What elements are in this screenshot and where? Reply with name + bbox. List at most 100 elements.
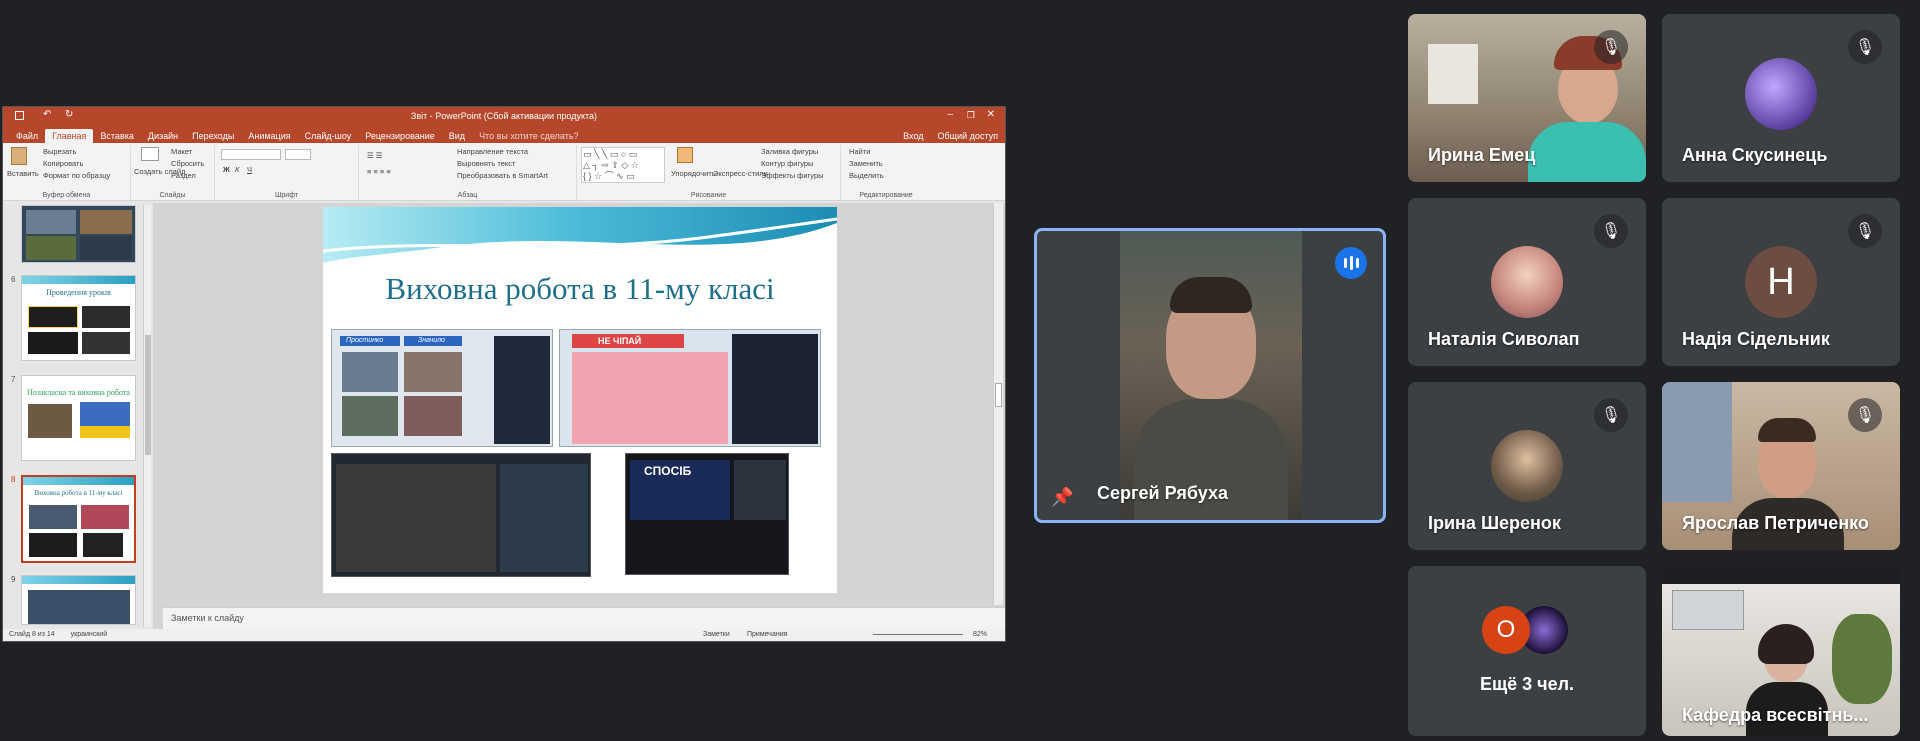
mic-off-icon: 🎙 — [1848, 30, 1882, 64]
participant-tile[interactable]: 🎙 Ярослав Петриченко — [1662, 382, 1900, 550]
italic-icon[interactable]: К — [235, 165, 239, 174]
align-icon[interactable]: ≡ ≡ ≡ ≡ — [367, 167, 391, 176]
ppt-statusbar: Слайд 8 из 14 украинский Заметки Примеча… — [3, 629, 1005, 641]
menu-home[interactable]: Главная — [45, 129, 94, 143]
menu-review[interactable]: Рецензирование — [358, 129, 442, 143]
slide-photo-videocall-1[interactable] — [331, 453, 591, 577]
slide-wave-header — [323, 207, 837, 263]
mic-off-icon: 🎙 — [1848, 398, 1882, 432]
pin-icon[interactable]: 📌 — [1051, 487, 1073, 508]
more-participants-label: Ещё 3 чел. — [1479, 674, 1575, 694]
menu-view[interactable]: Вид — [442, 129, 472, 143]
status-language[interactable]: украинский — [71, 631, 108, 638]
participant-tile[interactable]: 🎙 Ирина Емец — [1408, 14, 1646, 182]
slide-thumbnail[interactable] — [21, 575, 136, 625]
thumbnail-number: 6 — [11, 275, 16, 284]
select-button[interactable]: Выделить — [849, 171, 884, 180]
participant-name: Ирина Емец — [1428, 145, 1536, 165]
slide-thumbnail-selected[interactable]: Виховна робота в 11-му класі — [21, 475, 136, 563]
avatar: O — [1482, 606, 1530, 654]
paste-icon[interactable] — [11, 147, 27, 165]
menu-file[interactable]: Файл — [9, 129, 45, 143]
thumbnail-title: Позакласна та виховна робота — [27, 388, 130, 397]
menu-animation[interactable]: Анимация — [241, 129, 297, 143]
quick-styles-button[interactable]: Экспресс-стили — [713, 169, 768, 178]
participant-tile[interactable]: 🎙 Наталія Сиволап — [1408, 198, 1646, 366]
slide-title[interactable]: Виховна робота в 11-му класі — [323, 271, 837, 307]
clipboard-label: Буфер обмена — [42, 192, 91, 199]
ribbon: Вставить Вырезать Копировать Формат по о… — [3, 143, 1005, 201]
reset-button[interactable]: Сбросить — [171, 159, 204, 168]
cut-button[interactable]: Вырезать — [43, 147, 76, 156]
menu-transitions[interactable]: Переходы — [185, 129, 241, 143]
font-name-input[interactable] — [221, 149, 281, 160]
copy-button[interactable]: Копировать — [43, 159, 83, 168]
shape-fill-button[interactable]: Заливка фигуры — [761, 147, 818, 156]
slide-sign-2: Значило — [418, 337, 445, 344]
thumbnails-scrollbar[interactable] — [143, 205, 151, 627]
new-slide-icon[interactable] — [141, 147, 159, 161]
more-participants-tile[interactable]: O Ещё 3 чел. — [1408, 566, 1646, 736]
zoom-slider[interactable] — [873, 634, 963, 635]
participant-tile[interactable]: Н 🎙 Надія Сідельник — [1662, 198, 1900, 366]
thumbnail-number: 8 — [11, 475, 16, 484]
ppt-workarea: 6 Проведення уроків 7 Позакласна та вихо… — [3, 203, 1005, 629]
maximize-icon[interactable]: ❐ — [967, 110, 975, 121]
bold-icon[interactable]: Ж — [223, 165, 230, 174]
arrange-icon[interactable] — [677, 147, 693, 163]
smartart-button[interactable]: Преобразовать в SmartArt — [457, 171, 548, 180]
text-direction-button[interactable]: Направление текста — [457, 147, 528, 156]
shape-effects-button[interactable]: Эффекты фигуры — [761, 171, 824, 180]
underline-icon[interactable]: Ч — [247, 165, 252, 174]
thumbnail-title: Проведення уроків — [46, 288, 111, 297]
minimize-icon[interactable]: – — [947, 109, 953, 120]
menu-design[interactable]: Дизайн — [141, 129, 185, 143]
slide-photo-videocall-2[interactable]: СПОСІБ — [625, 453, 789, 575]
editing-label: Редактирование — [859, 192, 913, 199]
slide-canvas[interactable]: Виховна робота в 11-му класі Простинко З… — [323, 207, 837, 593]
bullets-icon[interactable]: ☰ ☰ — [367, 151, 383, 160]
participant-name: Наталія Сиволап — [1428, 329, 1580, 349]
format-painter-button[interactable]: Формат по образцу — [43, 171, 110, 180]
participant-tile[interactable]: Кафедра всесвітнь... — [1662, 566, 1900, 736]
thumbnail-number: 7 — [11, 375, 16, 384]
notes-toggle[interactable]: Заметки — [703, 631, 730, 638]
replace-button[interactable]: Заменить — [849, 159, 883, 168]
shape-outline-button[interactable]: Контур фигуры — [761, 159, 813, 168]
participant-name: Ярослав Петриченко — [1682, 513, 1869, 533]
avatar-initial: O — [1496, 616, 1516, 643]
speaker-tile[interactable]: 📌 Сергей Рябуха — [1034, 228, 1386, 523]
slides-label: Слайды — [159, 192, 186, 199]
layout-button[interactable]: Макет — [171, 147, 192, 156]
slide-thumbnail[interactable] — [21, 205, 136, 263]
mic-off-icon: 🎙 — [1594, 398, 1628, 432]
tell-me-input[interactable]: Что вы хотите сделать? — [472, 129, 586, 143]
shapes-gallery[interactable]: ▭ ╲ ╲ ▭ ○ ▭ △ ┐ ⇨ ⇧ ◇ ☆{ } ☆ ⌒ ∿ ▭ — [581, 147, 665, 183]
participant-tile[interactable]: 🎙 Ірина Шеренок — [1408, 382, 1646, 550]
comments-toggle[interactable]: Примечания — [747, 631, 787, 638]
slide-photo-stand[interactable]: Простинко Значило — [331, 329, 553, 447]
section-button[interactable]: Раздел — [171, 171, 196, 180]
find-button[interactable]: Найти — [849, 147, 870, 156]
font-size-input[interactable] — [285, 149, 311, 160]
mic-off-icon: 🎙 — [1848, 214, 1882, 248]
slide-thumbnail[interactable]: Проведення уроків — [21, 275, 136, 361]
paragraph-label: Абзац — [457, 192, 478, 199]
slide-scrollbar[interactable] — [993, 203, 1003, 605]
zoom-level[interactable]: 82% — [973, 631, 987, 638]
arrange-button[interactable]: Упорядочить — [671, 169, 716, 178]
slide-photo-poster[interactable]: НЕ ЧІПАЙ — [559, 329, 821, 447]
signin-link[interactable]: Вход — [896, 129, 930, 143]
menu-insert[interactable]: Вставка — [93, 129, 140, 143]
font-label: Шрифт — [274, 192, 299, 199]
notes-field[interactable]: Заметки к слайду — [163, 607, 1005, 629]
paste-button[interactable]: Вставить — [7, 169, 39, 178]
align-text-button[interactable]: Выровнять текст — [457, 159, 515, 168]
share-button[interactable]: Общий доступ — [931, 129, 1005, 143]
slide-thumbnail[interactable]: Позакласна та виховна робота — [21, 375, 136, 461]
participant-name: Надія Сідельник — [1682, 329, 1830, 349]
participant-tile[interactable]: 🎙 Анна Скусинець — [1662, 14, 1900, 182]
close-icon[interactable]: ✕ — [987, 109, 995, 120]
menu-slideshow[interactable]: Слайд-шоу — [298, 129, 359, 143]
slide-sign-1: Простинко — [346, 337, 384, 344]
